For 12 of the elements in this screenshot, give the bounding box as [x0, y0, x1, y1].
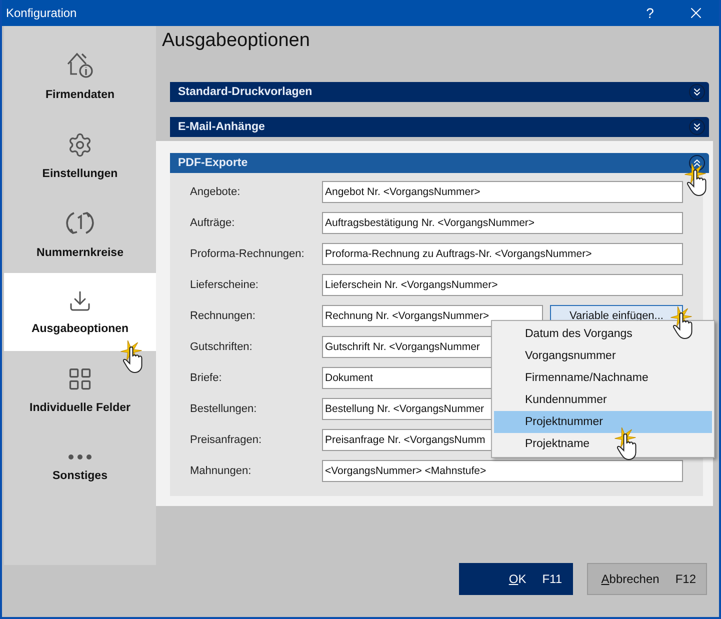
field-label: Aufträge:: [190, 216, 236, 228]
field-label: Proforma-Rechnungen:: [190, 248, 306, 260]
page-title: Ausgabeoptionen: [162, 30, 311, 53]
field-label: Preisanfragen:: [190, 434, 263, 446]
field-label: Angebote:: [190, 186, 242, 198]
field-label: Lieferscheine:: [190, 278, 260, 290]
field-label: Bestellungen:: [190, 402, 258, 414]
field-label: Gutschriften:: [190, 340, 254, 352]
field-label: Mahnungen:: [190, 464, 252, 476]
field-label: Briefe:: [190, 372, 223, 384]
window-title: Konfiguration: [6, 6, 78, 20]
field-label: Rechnungen:: [190, 310, 256, 322]
